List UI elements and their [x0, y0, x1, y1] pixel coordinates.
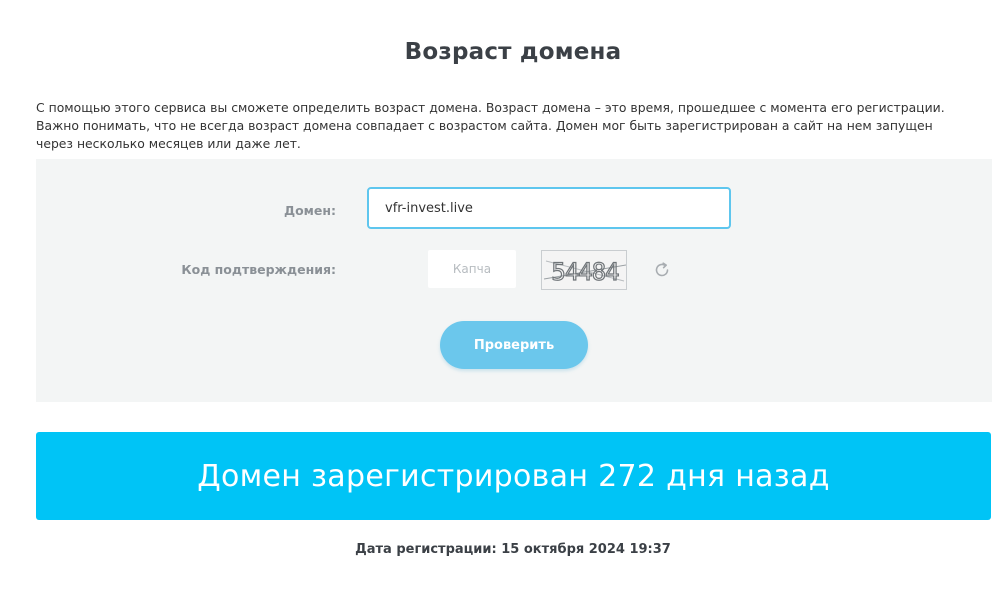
- captcha-label: Код подтверждения:: [181, 262, 336, 277]
- registration-date: Дата регистрации: 15 октября 2024 19:37: [355, 542, 671, 557]
- domain-form-panel: Домен: Код подтверждения: 54484 Проверит…: [36, 159, 992, 402]
- result-message: Домен зарегистрирован 272 дня назад: [197, 458, 830, 494]
- captcha-code: 54484: [551, 258, 619, 286]
- captcha-image: 54484: [541, 250, 627, 290]
- domain-label: Домен:: [283, 203, 336, 218]
- page-title: Возраст домена: [404, 39, 622, 66]
- domain-input[interactable]: [367, 187, 731, 229]
- captcha-image-graphic: 54484: [543, 257, 626, 287]
- result-banner: Домен зарегистрирован 272 дня назад: [36, 432, 991, 520]
- check-button[interactable]: Проверить: [440, 321, 588, 369]
- captcha-input[interactable]: [428, 250, 516, 288]
- intro-text: С помощью этого сервиса вы сможете опред…: [36, 100, 945, 152]
- refresh-icon[interactable]: [652, 260, 672, 280]
